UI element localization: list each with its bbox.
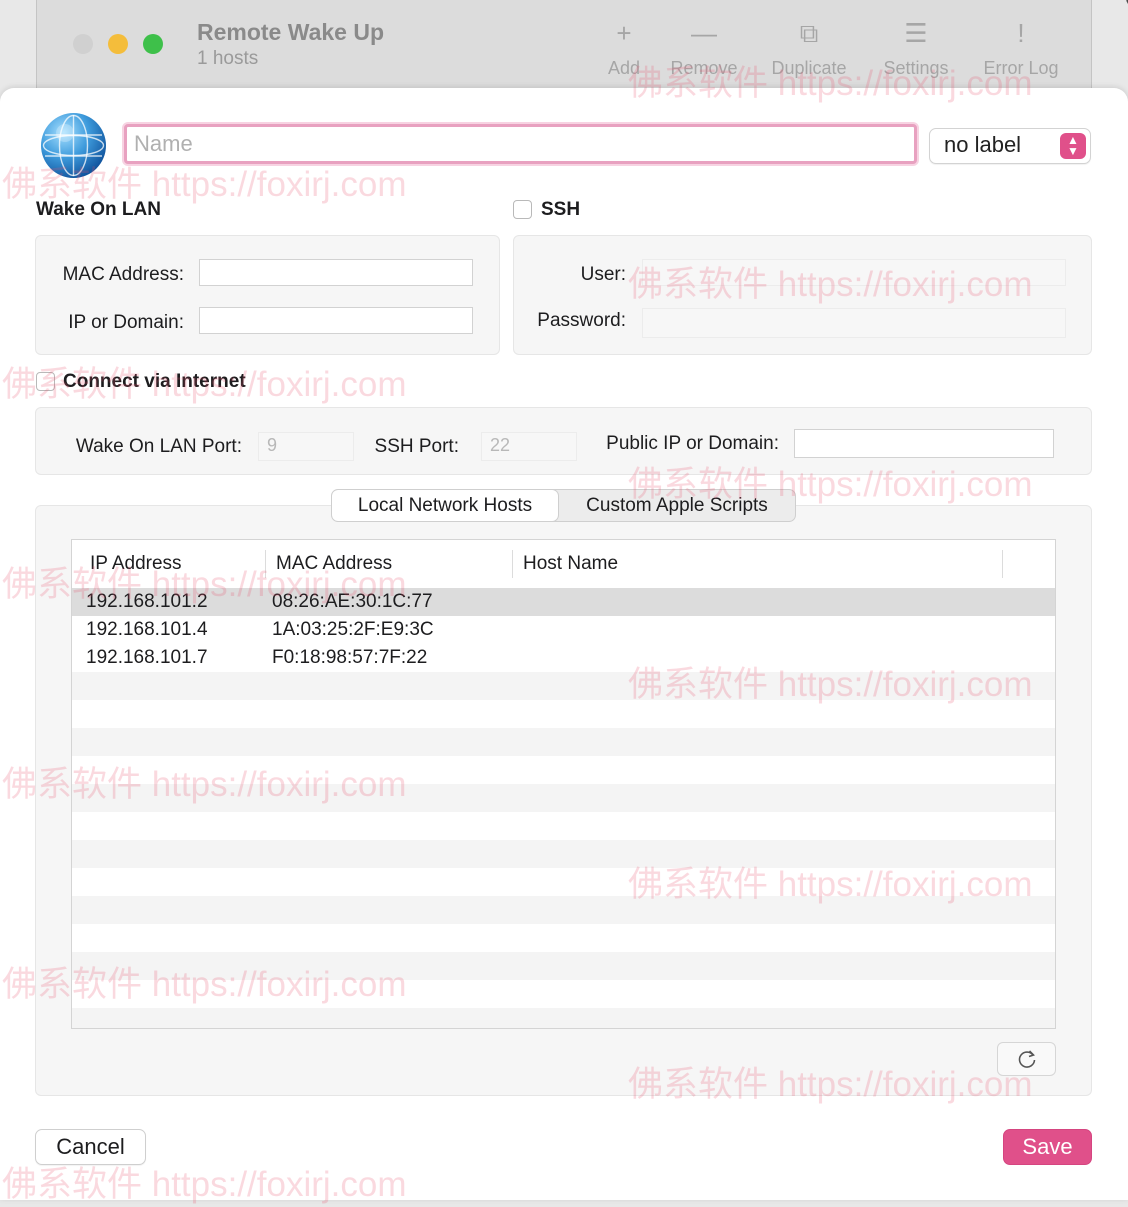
connect-via-internet-title: Connect via Internet xyxy=(63,371,246,392)
empty-row xyxy=(72,728,1055,756)
duplicate-icon: ⧉ xyxy=(799,18,819,48)
sliders-icon: ☰ xyxy=(904,18,928,48)
empty-row xyxy=(72,812,1055,840)
window-title: Remote Wake Up xyxy=(197,19,385,45)
user-label: User: xyxy=(580,264,626,285)
ip-cell: 192.168.101.7 xyxy=(86,647,208,668)
refresh-icon xyxy=(1018,1050,1035,1068)
minus-icon: — xyxy=(691,18,717,48)
empty-row xyxy=(72,868,1055,896)
ip-cell: 192.168.101.4 xyxy=(86,619,208,640)
hosts-table: IP Address MAC Address Host Name 192.168… xyxy=(71,539,1056,1029)
public-ip-label: Public IP or Domain: xyxy=(606,433,779,454)
tab-segmented-control: Local Network Hosts Custom Apple Scripts xyxy=(331,489,796,522)
ip-domain-field[interactable] xyxy=(199,307,473,334)
column-header-host[interactable]: Host Name xyxy=(523,553,618,575)
column-header-ip[interactable]: IP Address xyxy=(90,553,182,575)
zoom-window-button[interactable] xyxy=(143,34,163,54)
empty-row xyxy=(72,700,1055,728)
password-field[interactable] xyxy=(642,308,1066,338)
column-divider[interactable] xyxy=(265,550,266,578)
tab-custom-apple-scripts[interactable]: Custom Apple Scripts xyxy=(559,490,795,521)
password-label: Password: xyxy=(537,310,626,331)
column-divider[interactable] xyxy=(1002,550,1003,578)
label-select-value: no label xyxy=(944,132,1022,157)
table-row[interactable]: 192.168.101.7 F0:18:98:57:7F:22 xyxy=(72,644,1055,672)
name-input[interactable] xyxy=(124,124,917,164)
table-header: IP Address MAC Address Host Name xyxy=(72,540,1055,589)
ip-cell: 192.168.101.2 xyxy=(86,591,208,612)
toolbar-error-log-button[interactable]: ! Error Log xyxy=(966,18,1076,79)
column-divider[interactable] xyxy=(512,550,513,578)
toolbar-label: Error Log xyxy=(983,58,1059,78)
table-row[interactable]: 192.168.101.2 08:26:AE:30:1C:77 xyxy=(72,588,1055,616)
toolbar-settings-button[interactable]: ☰ Settings xyxy=(861,18,971,79)
label-select[interactable]: no label ▲ ▼ xyxy=(929,128,1091,164)
window-subtitle: 1 hosts xyxy=(197,48,259,69)
empty-row xyxy=(72,840,1055,868)
empty-row xyxy=(72,896,1055,924)
toolbar-label: Duplicate xyxy=(771,58,847,78)
ssh-port-label: SSH Port: xyxy=(374,436,459,457)
mac-cell: 1A:03:25:2F:E9:3C xyxy=(272,619,434,640)
ssh-port-field[interactable]: 22 xyxy=(481,432,577,461)
save-button[interactable]: Save xyxy=(1003,1129,1092,1165)
globe-icon xyxy=(41,113,106,178)
close-window-button[interactable] xyxy=(73,34,93,54)
mac-cell: 08:26:AE:30:1C:77 xyxy=(272,591,433,612)
mac-cell: F0:18:98:57:7F:22 xyxy=(272,647,428,668)
wol-port-field[interactable]: 9 xyxy=(258,432,354,461)
ssh-title: SSH xyxy=(541,199,581,220)
mac-address-label: MAC Address: xyxy=(62,264,184,285)
toolbar-label: Settings xyxy=(883,58,949,78)
cancel-button[interactable]: Cancel xyxy=(35,1129,146,1165)
user-field[interactable] xyxy=(642,259,1066,286)
toolbar-label: Remove xyxy=(670,58,738,78)
empty-row xyxy=(72,672,1055,700)
empty-row xyxy=(72,756,1055,784)
public-ip-field[interactable] xyxy=(794,429,1054,458)
table-row[interactable]: 192.168.101.4 1A:03:25:2F:E9:3C xyxy=(72,616,1055,644)
background-window: Remote Wake Up 1 hosts + Add — Remove ⧉ … xyxy=(36,0,1092,99)
toolbar-duplicate-button[interactable]: ⧉ Duplicate xyxy=(754,18,864,79)
wol-port-label: Wake On LAN Port: xyxy=(75,436,242,457)
minimize-window-button[interactable] xyxy=(108,34,128,54)
ip-domain-label: IP or Domain: xyxy=(68,312,184,333)
chevron-up-down-icon: ▲ ▼ xyxy=(1060,133,1086,159)
connect-via-internet-checkbox[interactable] xyxy=(36,372,55,391)
ssh-checkbox[interactable] xyxy=(513,200,532,219)
empty-row xyxy=(72,1008,1055,1028)
empty-row xyxy=(72,784,1055,812)
exclamation-bubble-icon: ! xyxy=(1017,18,1025,48)
empty-row xyxy=(72,924,1055,952)
tab-local-network-hosts[interactable]: Local Network Hosts xyxy=(332,490,558,521)
empty-row xyxy=(72,980,1055,1008)
empty-row xyxy=(72,952,1055,980)
column-header-mac[interactable]: MAC Address xyxy=(276,553,392,575)
wake-on-lan-title: Wake On LAN xyxy=(36,199,161,220)
mac-address-field[interactable] xyxy=(199,259,473,286)
toolbar-remove-button[interactable]: — Remove xyxy=(649,18,759,79)
wake-on-lan-group xyxy=(35,235,500,355)
refresh-button[interactable] xyxy=(997,1042,1056,1076)
